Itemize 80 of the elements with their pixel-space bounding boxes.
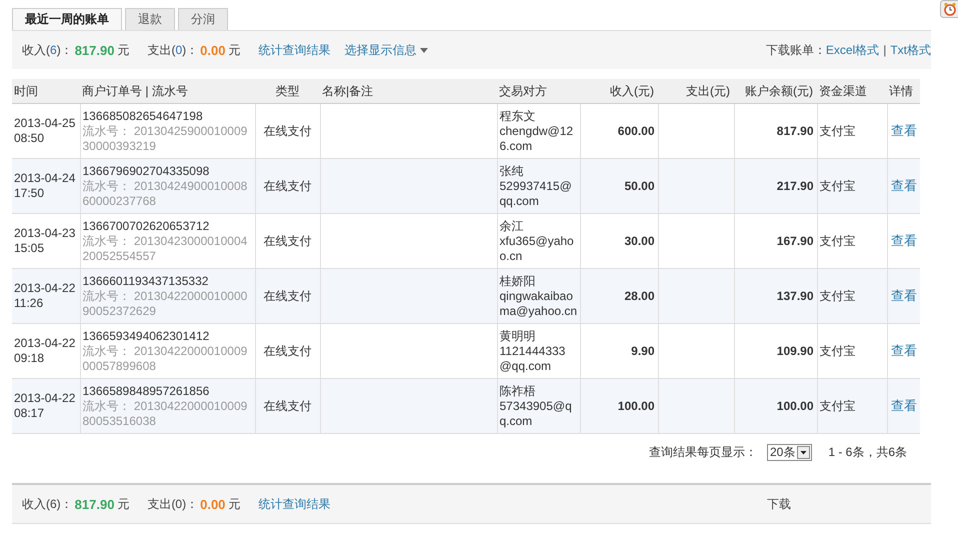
party-name: 桂娇阳 [500,274,536,288]
stats-link[interactable]: 统计查询结果 [258,42,330,58]
order-number: 1366589848957261856 [82,384,210,398]
type-cell: 在线支付 [255,378,320,434]
party-email: xfu365@yahoo.cn [500,234,575,264]
order-number: 1366593494062301412 [82,328,210,344]
party-email: qingwakaibaoma@yahoo.cn [500,288,578,318]
order-number: 1366700702620653712 [82,218,210,234]
stats-link[interactable]: 统计查询结果 [258,496,330,512]
expense-label: 支出(0)： [147,42,198,58]
column-header: 交易对方 [497,79,580,104]
balance-cell: 137.90 [734,268,817,324]
party-email: 57343905@qq.com [500,398,573,428]
download-label: 下载账单： [766,42,826,58]
download-label: 下载 [767,496,791,512]
income-cell: 50.00 [580,158,658,214]
column-header: 详情 [887,79,920,104]
page-size-select[interactable]: 20条 [766,444,812,461]
income-label: 收入(6)： [22,496,73,512]
type-cell: 在线支付 [255,158,320,214]
party-email: 1121444333@qq.com [500,344,566,374]
party-name: 陈祚梧 [500,384,536,398]
expense-unit: 元 [228,42,240,58]
txt-link[interactable]: Txt格式 [890,42,931,58]
channel-cell: 支付宝 [817,158,887,214]
time-cell: 2013-04-22 08:17 [12,378,80,434]
column-header: 支出(元) [658,79,734,104]
party-name: 张纯 [500,164,524,178]
tab[interactable]: 最近一周的账单 [12,8,122,30]
order-number: 1366601193437135332 [82,274,210,288]
party-name: 黄明明 [500,328,536,344]
expense-unit: 元 [228,496,240,512]
income-amount: 817.90 [74,42,114,58]
column-header: 账户余额(元) [734,79,817,104]
income-unit: 元 [117,496,130,512]
type-cell: 在线支付 [255,268,320,324]
channel-cell: 支付宝 [817,268,887,324]
tab[interactable]: 分润 [178,8,228,30]
income-unit: 元 [117,42,130,58]
alarm-clock-icon[interactable] [940,0,958,18]
separator: | [883,43,886,57]
page-size-label: 查询结果每页显示： [648,444,757,461]
party-name: 程东文 [500,108,536,124]
serial-number: 流水号： 2013042200001000900057899608 [82,344,248,374]
income-cell: 28.00 [580,268,658,324]
view-link[interactable]: 查看 [890,233,917,248]
serial-number: 流水号： 2013042590001000930000393219 [82,124,248,154]
tab[interactable]: 退款 [125,8,175,30]
balance-cell: 217.90 [734,158,817,214]
expense-label: 支出(0)： [147,496,198,512]
column-header: 时间 [12,79,80,104]
serial-number: 流水号： 2013042200001000980053516038 [82,398,248,428]
balance-cell: 100.00 [734,378,817,434]
column-header: 资金渠道 [817,79,887,104]
column-header: 收入(元) [580,79,658,104]
order-number: 136685082654647198 [82,108,204,124]
column-header: 类型 [255,79,320,104]
excel-link[interactable]: Excel格式 [826,42,880,58]
serial-number: 流水号： 2013042300001000420052554557 [82,234,248,264]
time-cell: 2013-04-24 17:50 [12,158,80,214]
time-cell: 2013-04-22 11:26 [12,268,80,324]
result-range: 1 - 6条，共6条 [828,444,907,461]
caret-icon [420,48,428,52]
serial-number: 流水号： 2013042200001000090052372629 [82,288,248,318]
income-label: 收入(6)： [22,42,73,58]
display-menu[interactable]: 选择显示信息 [344,42,428,58]
income-amount: 817.90 [74,496,114,512]
view-link[interactable]: 查看 [890,123,917,138]
channel-cell: 支付宝 [817,378,887,434]
expense-amount: 0.00 [200,42,226,58]
view-link[interactable]: 查看 [890,343,917,358]
serial-number: 流水号： 2013042490001000860000237768 [82,178,248,208]
expense-amount: 0.00 [200,496,226,512]
column-header: 商户订单号 | 流水号 [80,79,255,104]
column-header: 名称|备注 [320,79,497,104]
party-email: chengdw@126.com [500,124,574,154]
order-number: 1366796902704335098 [82,164,210,178]
party-name: 余江 [500,218,524,234]
party-email: 529937415@qq.com [500,178,573,208]
income-cell: 100.00 [580,378,658,434]
